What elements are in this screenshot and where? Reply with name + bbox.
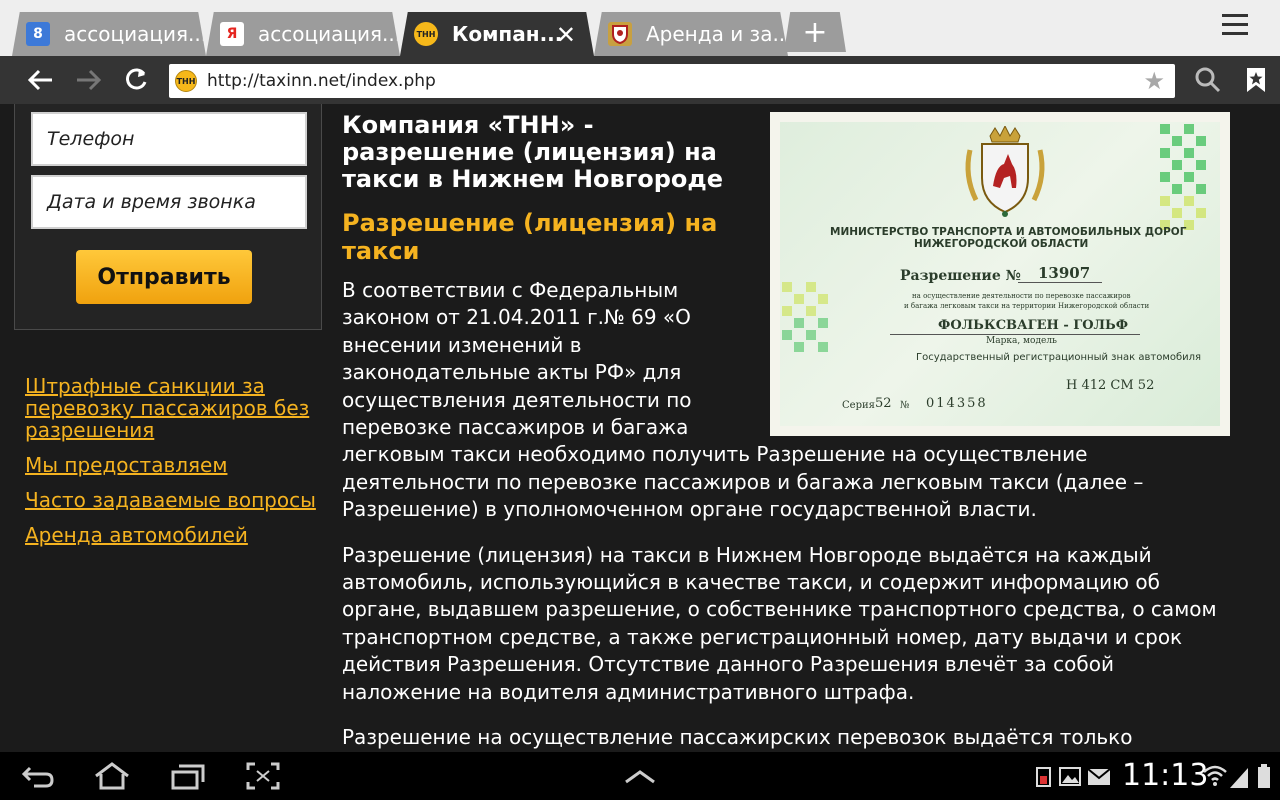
forward-arrow-icon[interactable] bbox=[71, 62, 107, 98]
article: Компания «ТНН» - разрешение (лицензия) н… bbox=[342, 112, 1232, 752]
new-tab-button[interactable]: + bbox=[784, 12, 846, 52]
back-icon[interactable] bbox=[20, 762, 56, 790]
article-paragraph-2: Разрешение (лицензия) на такси в Нижнем … bbox=[342, 542, 1217, 704]
web-page: Телефон Дата и время звонка Отправить Шт… bbox=[0, 104, 1280, 752]
tab-yandex[interactable]: Я ассоциация... bbox=[206, 12, 400, 56]
tab-title: ассоциация... bbox=[258, 22, 400, 46]
yandex-favicon-icon: Я bbox=[220, 22, 244, 46]
address-bar[interactable]: ТНН http://taxinn.net/index.php ★ bbox=[169, 64, 1175, 98]
sidebar-link-car-rental[interactable]: Аренда автомобилей bbox=[25, 524, 325, 546]
browser-menu-icon[interactable] bbox=[1222, 14, 1254, 42]
sidebar-link-faq[interactable]: Часто задаваемые вопросы bbox=[25, 489, 325, 511]
screenshot-icon[interactable] bbox=[246, 762, 282, 790]
sim-alert-icon bbox=[1034, 762, 1054, 790]
bookmark-star-icon[interactable]: ★ bbox=[1143, 67, 1165, 95]
callback-form: Телефон Дата и время звонка Отправить bbox=[14, 104, 322, 330]
battery-icon bbox=[1254, 762, 1274, 790]
tab-title: Аренда и за... bbox=[646, 22, 788, 46]
datetime-field[interactable]: Дата и время звонка bbox=[31, 175, 307, 229]
site-favicon-icon: ТНН bbox=[175, 70, 197, 92]
chevron-up-icon[interactable] bbox=[622, 762, 658, 790]
reload-icon[interactable] bbox=[118, 62, 154, 98]
back-arrow-icon[interactable] bbox=[22, 62, 58, 98]
url-text: http://taxinn.net/index.php bbox=[207, 71, 436, 91]
tab-rent[interactable]: Аренда и за... bbox=[594, 12, 788, 56]
phone-field-placeholder: Телефон bbox=[47, 128, 135, 150]
phone-field[interactable]: Телефон bbox=[31, 112, 307, 166]
sidebar-links: Штрафные санкции за перевозку пассажиров… bbox=[25, 375, 325, 559]
article-paragraph-1: В соответствии с Федеральным законом от … bbox=[342, 277, 1232, 524]
datetime-field-placeholder: Дата и время звонка bbox=[47, 191, 256, 213]
tab-title: Компан... bbox=[452, 22, 563, 46]
browser-tab-strip: 8 ассоциация... Я ассоциация... ТНН Комп… bbox=[0, 0, 1280, 56]
status-clock: 11:13 bbox=[1122, 758, 1209, 793]
section-heading: Разрешение (лицензия) на такси bbox=[342, 209, 718, 265]
system-navigation-bar: 11:13 bbox=[0, 752, 1280, 800]
permit-float-spacer bbox=[692, 277, 1232, 437]
search-icon[interactable] bbox=[1190, 62, 1226, 98]
submit-button[interactable]: Отправить bbox=[76, 250, 252, 304]
sidebar-link-services[interactable]: Мы предоставляем bbox=[25, 454, 325, 476]
browser-toolbar: ТНН http://taxinn.net/index.php ★ bbox=[0, 56, 1280, 104]
page-title: Компания «ТНН» - разрешение (лицензия) н… bbox=[342, 111, 724, 193]
wifi-icon bbox=[1202, 762, 1228, 790]
mail-notification-icon bbox=[1086, 762, 1112, 790]
tab-google[interactable]: 8 ассоциация... bbox=[12, 12, 206, 56]
article-paragraph-3: Разрешение на осуществление пассажирских… bbox=[342, 725, 1133, 750]
recent-apps-icon[interactable] bbox=[170, 762, 206, 790]
tnn-favicon-icon: ТНН bbox=[414, 22, 438, 46]
coat-of-arms-favicon-icon bbox=[608, 22, 632, 46]
tab-company-active[interactable]: ТНН Компан... ✕ bbox=[400, 12, 594, 56]
sidebar-link-fines[interactable]: Штрафные санкции за перевозку пассажиров… bbox=[25, 375, 325, 441]
bookmarks-icon[interactable] bbox=[1238, 62, 1274, 98]
gallery-notification-icon bbox=[1058, 762, 1082, 790]
tab-title: ассоциация... bbox=[64, 22, 206, 46]
close-tab-icon[interactable]: ✕ bbox=[556, 21, 576, 49]
google-favicon-icon: 8 bbox=[26, 22, 50, 46]
signal-strength-icon bbox=[1228, 762, 1250, 790]
home-icon[interactable] bbox=[92, 762, 129, 790]
